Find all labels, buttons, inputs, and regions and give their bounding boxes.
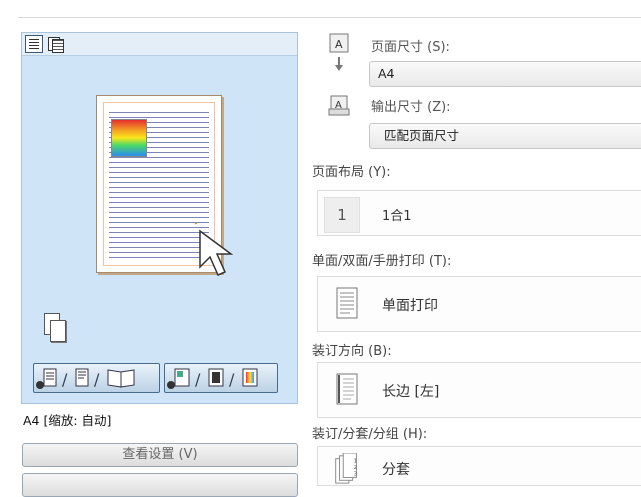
page-layout-number-icon: 1: [324, 197, 360, 233]
binding-value: 长边 [左]: [382, 384, 440, 400]
page-layout-label: 页面布局 (Y):: [312, 165, 391, 180]
page-size-icon: A: [329, 33, 349, 71]
finishing-option[interactable]: 1 2 3 分套: [317, 446, 641, 486]
sheet-view-icon[interactable]: [46, 35, 64, 53]
view-settings-button[interactable]: 查看设置 (V): [22, 443, 298, 467]
svg-text:/: /: [62, 370, 68, 389]
svg-text:/: /: [94, 370, 100, 389]
page-view-icon[interactable]: [25, 35, 43, 53]
print-style-value: 单面打印: [382, 298, 438, 314]
page-layout-value: 1合1: [382, 209, 412, 224]
output-size-icon: A: [328, 95, 350, 116]
finishing-label: 装订/分套/分组 (H):: [312, 427, 428, 442]
svg-text:3: 3: [354, 472, 358, 478]
svg-text:2: 2: [354, 465, 358, 471]
output-size-label: 输出尺寸 (Z):: [371, 100, 451, 115]
layout-mode-icons-1: / /: [36, 368, 135, 389]
finishing-value: 分套: [382, 462, 410, 478]
binding-option[interactable]: 长边 [左]: [317, 362, 641, 418]
svg-text:/: /: [195, 370, 201, 389]
click-cursor-icon: [194, 223, 234, 276]
binding-label: 装订方向 (B):: [312, 344, 392, 359]
layout-mode-icons-2: / /: [167, 368, 258, 389]
svg-text:A: A: [335, 38, 343, 51]
print-preview-panel: / / / /: [21, 32, 298, 404]
output-size-select[interactable]: 匹配页面尺寸: [369, 123, 641, 149]
secondary-button[interactable]: [22, 473, 298, 497]
copies-icon: [44, 313, 66, 343]
layout-mode-group-2[interactable]: / /: [164, 363, 278, 393]
layout-mode-group-1[interactable]: / /: [33, 363, 160, 393]
svg-text:1: 1: [354, 458, 358, 464]
page-size-label: 页面尺寸 (S):: [371, 40, 450, 55]
collate-icon: 1 2 3: [335, 453, 358, 484]
long-edge-left-icon: [336, 373, 358, 405]
top-divider: [18, 17, 641, 18]
svg-text:/: /: [229, 370, 235, 389]
color-image-thumb: [111, 119, 147, 157]
page-layout-option[interactable]: 1 1合1: [317, 190, 641, 236]
page-size-select[interactable]: A4: [369, 61, 641, 87]
preview-toolbar: [22, 33, 297, 56]
print-style-label: 单面/双面/手册打印 (T):: [312, 254, 452, 269]
print-style-option[interactable]: 单面打印: [317, 276, 641, 332]
preview-status-text: A4 [缩放: 自动]: [23, 413, 112, 428]
single-sided-icon: [336, 287, 358, 319]
